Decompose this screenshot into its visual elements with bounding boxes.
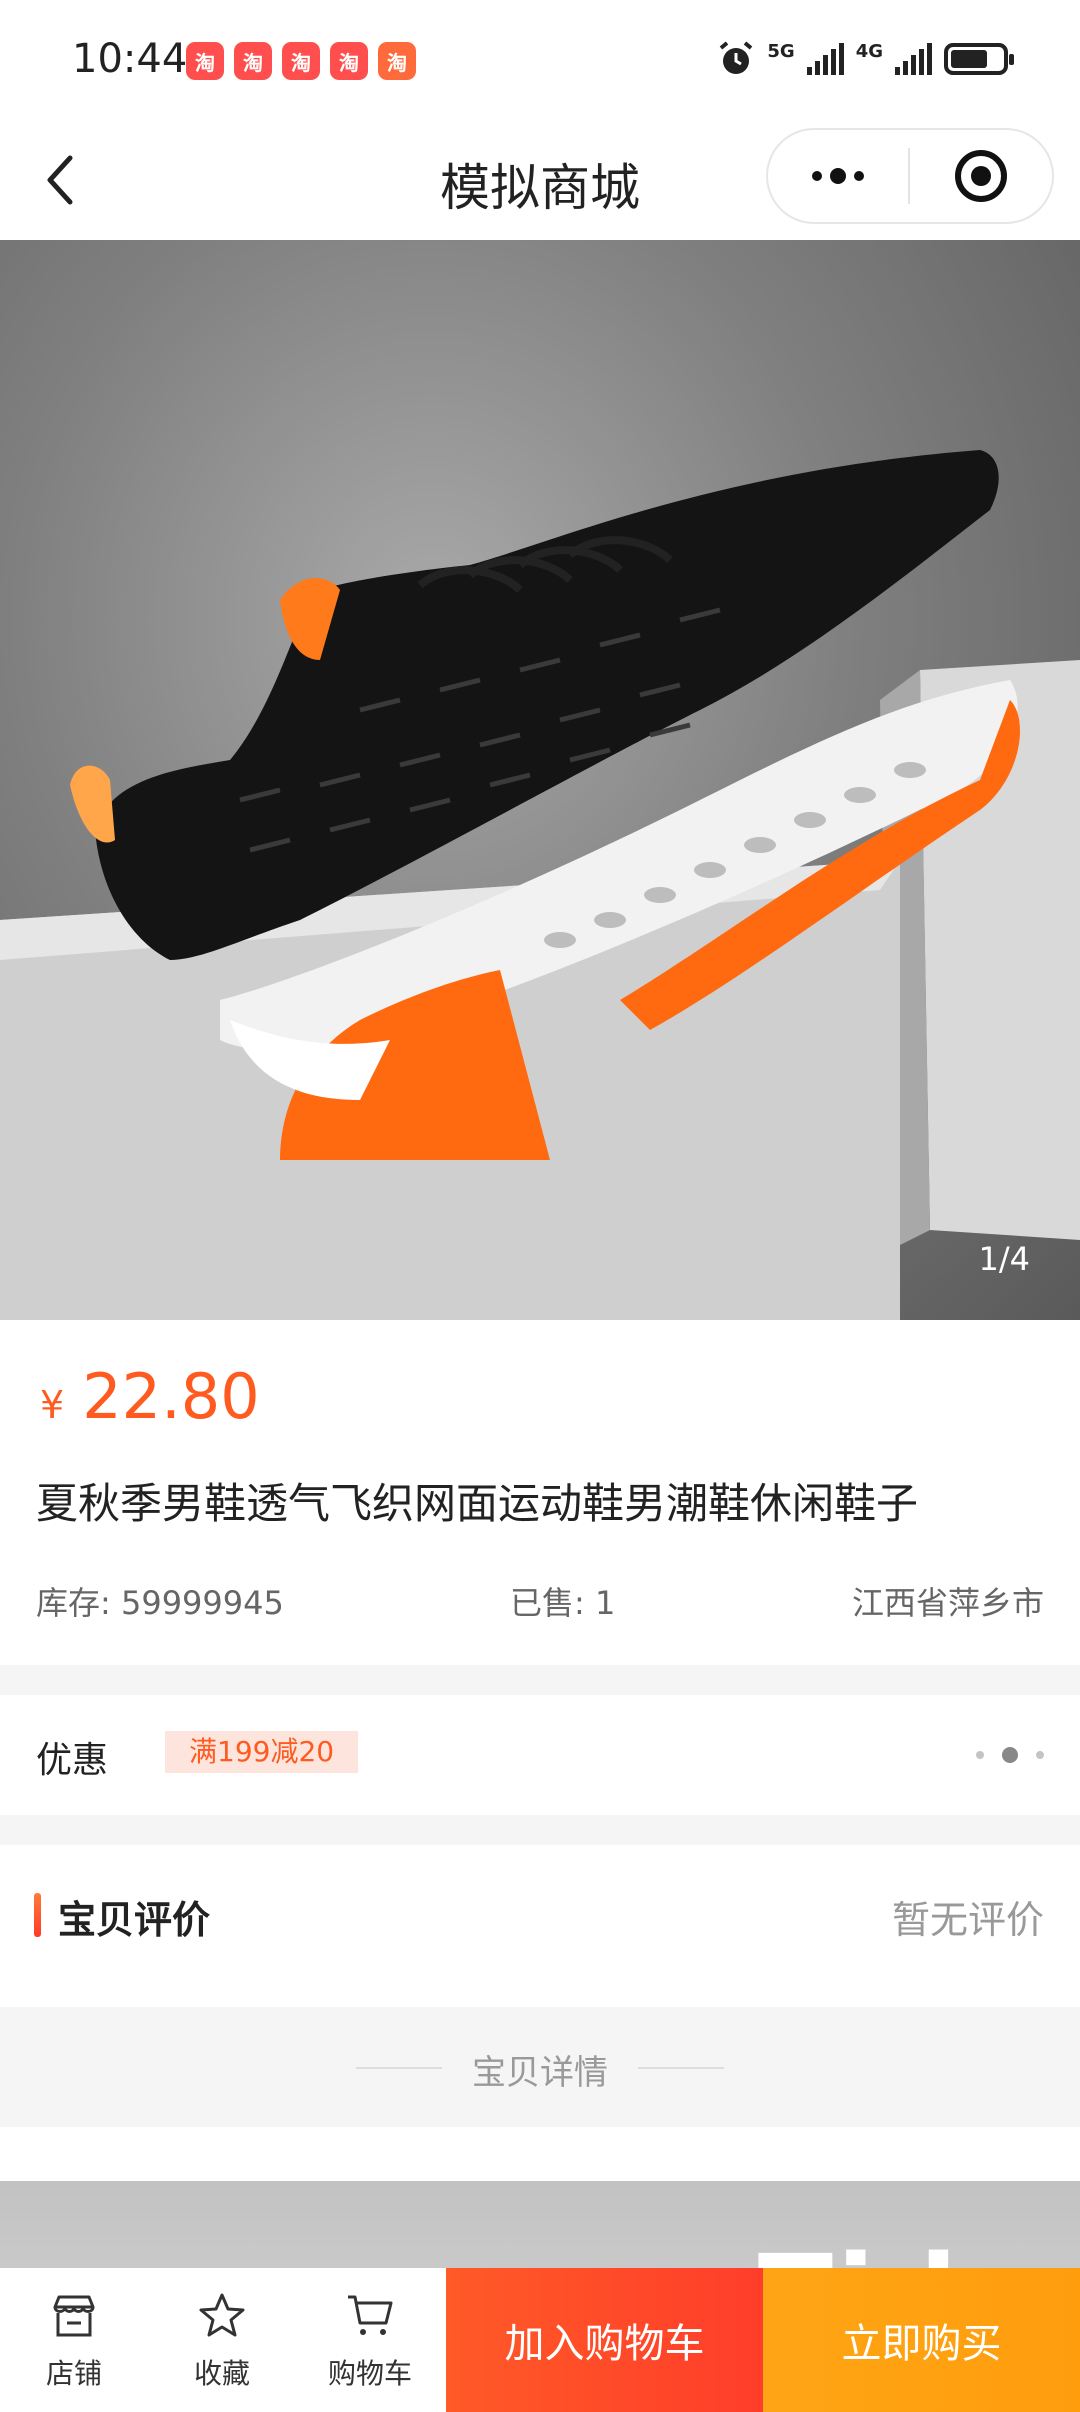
status-indicators: 5G 4G bbox=[717, 40, 1014, 78]
notification-icons: 淘 淘 淘 淘 淘 bbox=[186, 42, 416, 80]
more-button[interactable] bbox=[768, 130, 908, 222]
sold-info: 已售: 1 bbox=[510, 1578, 615, 1624]
more-dot-icon bbox=[812, 171, 822, 181]
alarm-icon bbox=[720, 41, 753, 74]
stock-label: 库存: bbox=[36, 1584, 111, 1622]
cart-icon bbox=[342, 2288, 398, 2344]
taobao-notification-icon: 淘 bbox=[330, 42, 368, 80]
stock-value: 59999945 bbox=[120, 1584, 284, 1622]
buy-now-button[interactable]: 立即购买 bbox=[763, 2268, 1080, 2412]
battery-level bbox=[951, 50, 988, 68]
favorite-button[interactable]: 收藏 bbox=[148, 2268, 296, 2412]
status-time: 10:44 bbox=[72, 36, 188, 82]
sold-label: 已售: bbox=[510, 1584, 585, 1622]
detail-title: 宝贝详情 bbox=[472, 2053, 608, 2093]
target-close-icon bbox=[955, 150, 1007, 202]
signal-5g-label: 5G bbox=[767, 40, 795, 62]
nav-bar: 模拟商城 bbox=[0, 120, 1080, 240]
signal-4g-bars-icon bbox=[895, 43, 932, 75]
cart-label: 购物车 bbox=[327, 2357, 412, 2390]
taobao-notification-icon: 淘 bbox=[234, 42, 272, 80]
product-title: 夏秋季男鞋透气飞织网面运动鞋男潮鞋休闲鞋子 bbox=[36, 1479, 919, 1528]
battery-icon bbox=[944, 43, 1014, 75]
taobao-notification-icon: 淘 bbox=[186, 42, 224, 80]
add-to-cart-button[interactable]: 加入购物车 bbox=[446, 2268, 763, 2412]
bottom-action-bar: 店铺 收藏 购物车 加入购物车 立即购买 bbox=[0, 2268, 1080, 2412]
review-title: 宝贝评价 bbox=[58, 1898, 211, 1942]
taobao-notification-icon: 淘 bbox=[378, 42, 416, 80]
product-meta: 库存: 59999945 已售: 1 江西省萍乡市 bbox=[36, 1578, 1044, 1628]
star-icon bbox=[194, 2288, 250, 2344]
taobao-notification-icon: 淘 bbox=[282, 42, 320, 80]
stock-info: 库存: 59999945 bbox=[36, 1578, 284, 1624]
product-info: ¥ 22.80 夏秋季男鞋透气飞织网面运动鞋男潮鞋休闲鞋子 库存: 599999… bbox=[0, 1320, 1080, 1665]
cart-button[interactable]: 购物车 bbox=[296, 2268, 444, 2412]
signal-5g-bars-icon bbox=[806, 43, 844, 75]
price-value: 22.80 bbox=[82, 1360, 260, 1433]
status-bar: 10:44 淘 淘 淘 淘 淘 5G 4G bbox=[0, 0, 1080, 120]
detail-header: 宝贝详情 bbox=[0, 2007, 1080, 2127]
section-accent-bar bbox=[34, 1893, 41, 1937]
promo-label: 优惠 bbox=[36, 1740, 109, 1781]
promo-more-icon bbox=[976, 1747, 1044, 1763]
divider-line bbox=[638, 2067, 724, 2069]
review-empty-text: 暂无评价 bbox=[891, 1898, 1044, 1942]
close-mini-program-button[interactable] bbox=[910, 130, 1052, 222]
more-dot-icon bbox=[854, 171, 864, 181]
more-dot-icon bbox=[830, 168, 846, 184]
image-counter: 1/4 bbox=[978, 1240, 1031, 1278]
section-divider bbox=[0, 1665, 1080, 1695]
store-icon bbox=[46, 2288, 102, 2344]
product-photo bbox=[0, 450, 1080, 1320]
ship-from-location: 江西省萍乡市 bbox=[851, 1584, 1044, 1622]
sold-value: 1 bbox=[594, 1584, 616, 1622]
store-button[interactable]: 店铺 bbox=[0, 2268, 148, 2412]
price-currency: ¥ bbox=[40, 1383, 65, 1427]
section-divider bbox=[0, 1815, 1080, 1845]
promo-row[interactable]: 优惠 满199减20 bbox=[0, 1695, 1080, 1815]
review-section[interactable]: 宝贝评价 暂无评价 bbox=[0, 1845, 1080, 2007]
price: ¥ 22.80 bbox=[40, 1360, 260, 1433]
product-image-gallery[interactable]: 1/4 bbox=[0, 240, 1080, 1320]
store-label: 店铺 bbox=[45, 2357, 102, 2390]
promo-tag: 满199减20 bbox=[165, 1731, 359, 1773]
favorite-label: 收藏 bbox=[193, 2357, 250, 2390]
signal-4g-label: 4G bbox=[855, 40, 883, 62]
mini-program-capsule bbox=[766, 128, 1054, 224]
